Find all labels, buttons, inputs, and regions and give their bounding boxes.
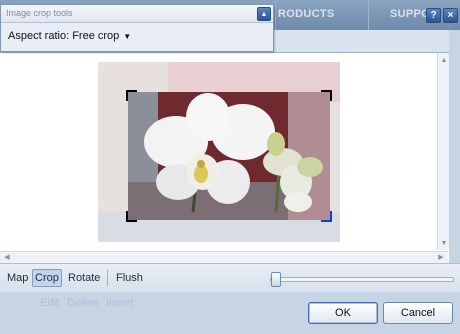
help-icon[interactable]: ? [426, 8, 441, 23]
editor-toolbar: Map Crop Rotate Flush [0, 263, 460, 292]
zoom-slider-thumb[interactable] [271, 272, 281, 287]
ok-button[interactable]: OK [308, 302, 378, 324]
aspect-ratio-label: Aspect ratio: Free crop [8, 30, 120, 42]
nav-separator [275, 0, 276, 30]
nav-separator [368, 0, 369, 30]
map-tool-button[interactable]: Map [5, 270, 30, 286]
nav-products[interactable]: RODUCTS [278, 8, 335, 20]
panel-title: Image crop tools [6, 8, 73, 18]
crop-handle-top-left[interactable] [126, 90, 138, 102]
window-controls: ? × [426, 8, 458, 23]
scroll-down-icon[interactable]: ▼ [439, 238, 449, 248]
aspect-ratio-dropdown[interactable]: Aspect ratio: Free crop ▼ [8, 30, 131, 42]
zoom-slider[interactable] [270, 277, 454, 282]
chevron-down-icon[interactable]: ▼ [123, 32, 131, 41]
dialog-right-edge [449, 30, 460, 263]
crop-handle-bottom-right[interactable] [320, 210, 332, 222]
rotate-tool-button[interactable]: Rotate [66, 270, 102, 286]
image-crop-tools-panel: Image crop tools ▲ Aspect ratio: Free cr… [0, 4, 274, 52]
background-edit-link: Edit [40, 297, 59, 309]
crop-handle-top-right[interactable] [320, 90, 332, 102]
cancel-button[interactable]: Cancel [383, 302, 453, 324]
background-insert-link: Insert [106, 297, 134, 309]
scroll-up-icon[interactable]: ▲ [439, 55, 449, 65]
chevron-up-icon[interactable]: ▲ [257, 7, 271, 21]
close-icon[interactable]: × [443, 8, 458, 23]
scroll-right-icon[interactable]: ▶ [436, 252, 446, 262]
crop-frame[interactable] [126, 90, 332, 222]
nav-support[interactable]: SUPPO [390, 8, 430, 20]
crop-handle-bottom-left[interactable] [126, 210, 138, 222]
flush-tool-button[interactable]: Flush [114, 270, 145, 286]
background-delete-link: Delete [67, 297, 99, 309]
horizontal-scrollbar[interactable]: ◀ ▶ [0, 251, 448, 263]
toolbar-divider [107, 270, 108, 286]
scroll-left-icon[interactable]: ◀ [2, 252, 12, 262]
panel-header: Image crop tools ▲ [1, 5, 273, 23]
crop-tool-button[interactable]: Crop [32, 269, 62, 287]
